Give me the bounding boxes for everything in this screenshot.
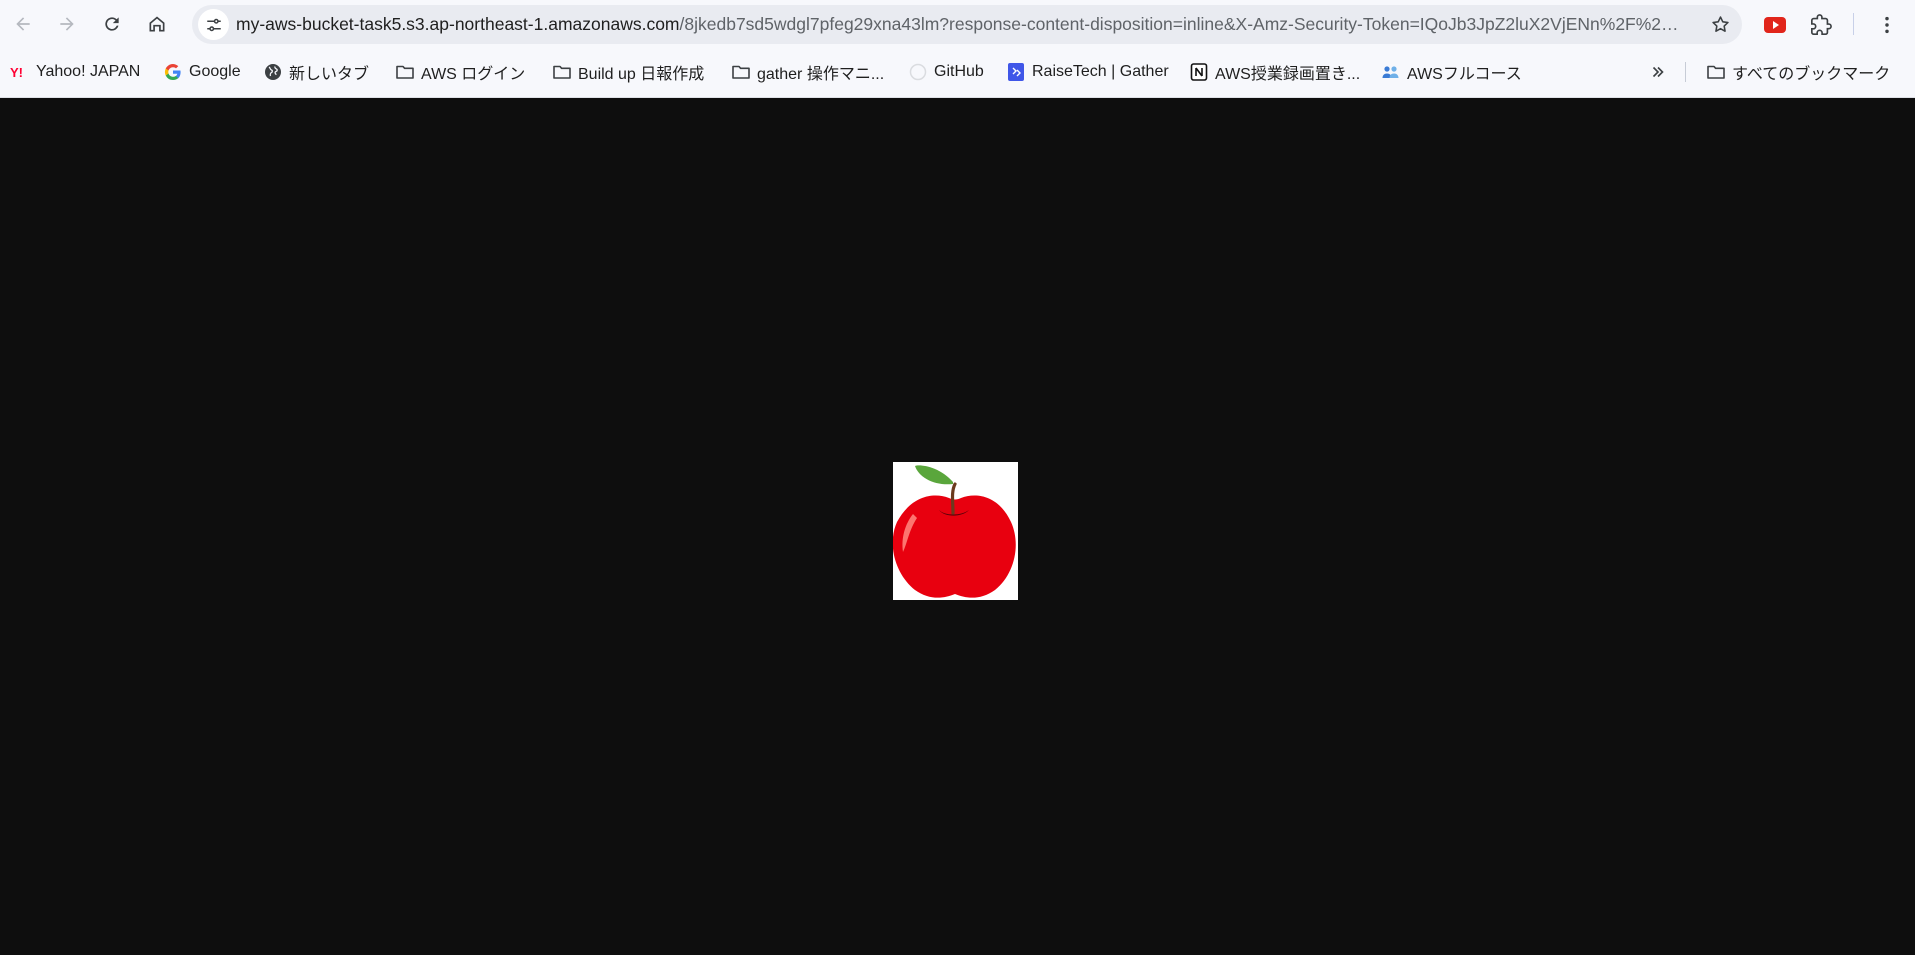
apple-image[interactable] [893, 462, 1018, 600]
bookmark-yahoo-japan[interactable]: Y! Yahoo! JAPAN [10, 55, 140, 89]
notion-icon [1189, 62, 1209, 82]
reload-icon [105, 17, 119, 31]
bookmark-label: AWSフルコース [1407, 66, 1522, 83]
double-chevron-right-icon [1652, 66, 1664, 78]
home-icon [149, 16, 165, 32]
bookmark-folder-aws-login[interactable]: AWS ログイン [395, 55, 525, 89]
bookmark-label: RaiseTech | Gather [1032, 63, 1169, 80]
gather-icon [1006, 62, 1026, 82]
bookmark-aws-recordings[interactable]: AWS授業録画置き... [1189, 55, 1360, 89]
all-bookmarks-button[interactable]: すべてのブックマーク [1706, 55, 1890, 89]
image-viewer [0, 98, 1915, 955]
bookmark-new-tab[interactable]: 新しいタブ [263, 55, 369, 89]
folder-icon [1706, 62, 1726, 82]
bookmark-star-button[interactable] [1709, 13, 1732, 36]
all-bookmarks-label: すべてのブックマーク [1732, 66, 1891, 83]
browser-menu-button[interactable] [1871, 9, 1903, 41]
youtube-extension-icon [1764, 17, 1786, 33]
more-vert-icon [1885, 16, 1889, 34]
bookmark-label: Yahoo! JAPAN [36, 63, 141, 80]
browser-toolbar: my-aws-bucket-task5.s3.ap-northeast-1.am… [0, 0, 1915, 49]
url-path: /8jkedb7sd5wdgl7pfeg29xna43lm?response-c… [679, 14, 1684, 34]
browser-chrome: my-aws-bucket-task5.s3.ap-northeast-1.am… [0, 0, 1915, 98]
folder-icon [552, 62, 572, 82]
extension-button[interactable] [1759, 9, 1791, 41]
bookmarks-divider [1685, 62, 1686, 82]
home-button[interactable] [139, 6, 175, 42]
globe-icon [263, 62, 283, 82]
bookmark-label: Google [189, 63, 241, 80]
yahoo-icon: Y! [10, 62, 30, 82]
address-bar[interactable]: my-aws-bucket-task5.s3.ap-northeast-1.am… [192, 5, 1742, 44]
bookmarks-overflow-button[interactable] [1645, 55, 1671, 89]
bookmark-label: AWS授業録画置き... [1215, 66, 1361, 83]
bookmark-label: gather 操作マニ... [757, 66, 885, 83]
bookmark-label: AWS ログイン [421, 66, 526, 83]
folder-icon [731, 62, 751, 82]
reload-button[interactable] [94, 6, 130, 42]
site-info-button[interactable] [198, 9, 229, 40]
bookmark-google[interactable]: Google [163, 55, 241, 89]
back-button[interactable] [5, 6, 41, 42]
people-icon [1381, 62, 1401, 82]
tune-icon [206, 18, 221, 31]
apple-icon [893, 462, 1018, 600]
puzzle-icon [1811, 14, 1832, 35]
bookmark-label: 新しいタブ [289, 66, 370, 83]
svg-text:Y!: Y! [10, 65, 23, 80]
bookmark-label: Build up 日報作成 [578, 66, 705, 83]
arrow-left-icon [16, 17, 30, 31]
extensions-menu-button[interactable] [1805, 9, 1837, 41]
star-icon [1712, 16, 1729, 32]
bookmark-folder-build-up[interactable]: Build up 日報作成 [552, 55, 704, 89]
forward-button[interactable] [49, 6, 85, 42]
bookmark-aws-full-course[interactable]: AWSフルコース [1381, 55, 1522, 89]
arrow-right-icon [60, 17, 74, 31]
bookmark-github[interactable]: GitHub [908, 55, 984, 89]
bookmark-raisetech-gather[interactable]: RaiseTech | Gather [1006, 55, 1169, 89]
bookmarks-bar: Y! Yahoo! JAPAN Google 新しいタブ AWS ログイン Bu… [0, 55, 1915, 89]
bookmark-label: GitHub [934, 63, 984, 80]
google-icon [163, 62, 183, 82]
bookmark-folder-gather-manual[interactable]: gather 操作マニ... [731, 55, 884, 89]
github-icon [908, 62, 928, 82]
folder-icon [395, 62, 415, 82]
url-text[interactable]: my-aws-bucket-task5.s3.ap-northeast-1.am… [236, 5, 1684, 44]
toolbar-divider [1853, 13, 1854, 35]
url-host: my-aws-bucket-task5.s3.ap-northeast-1.am… [236, 14, 680, 34]
